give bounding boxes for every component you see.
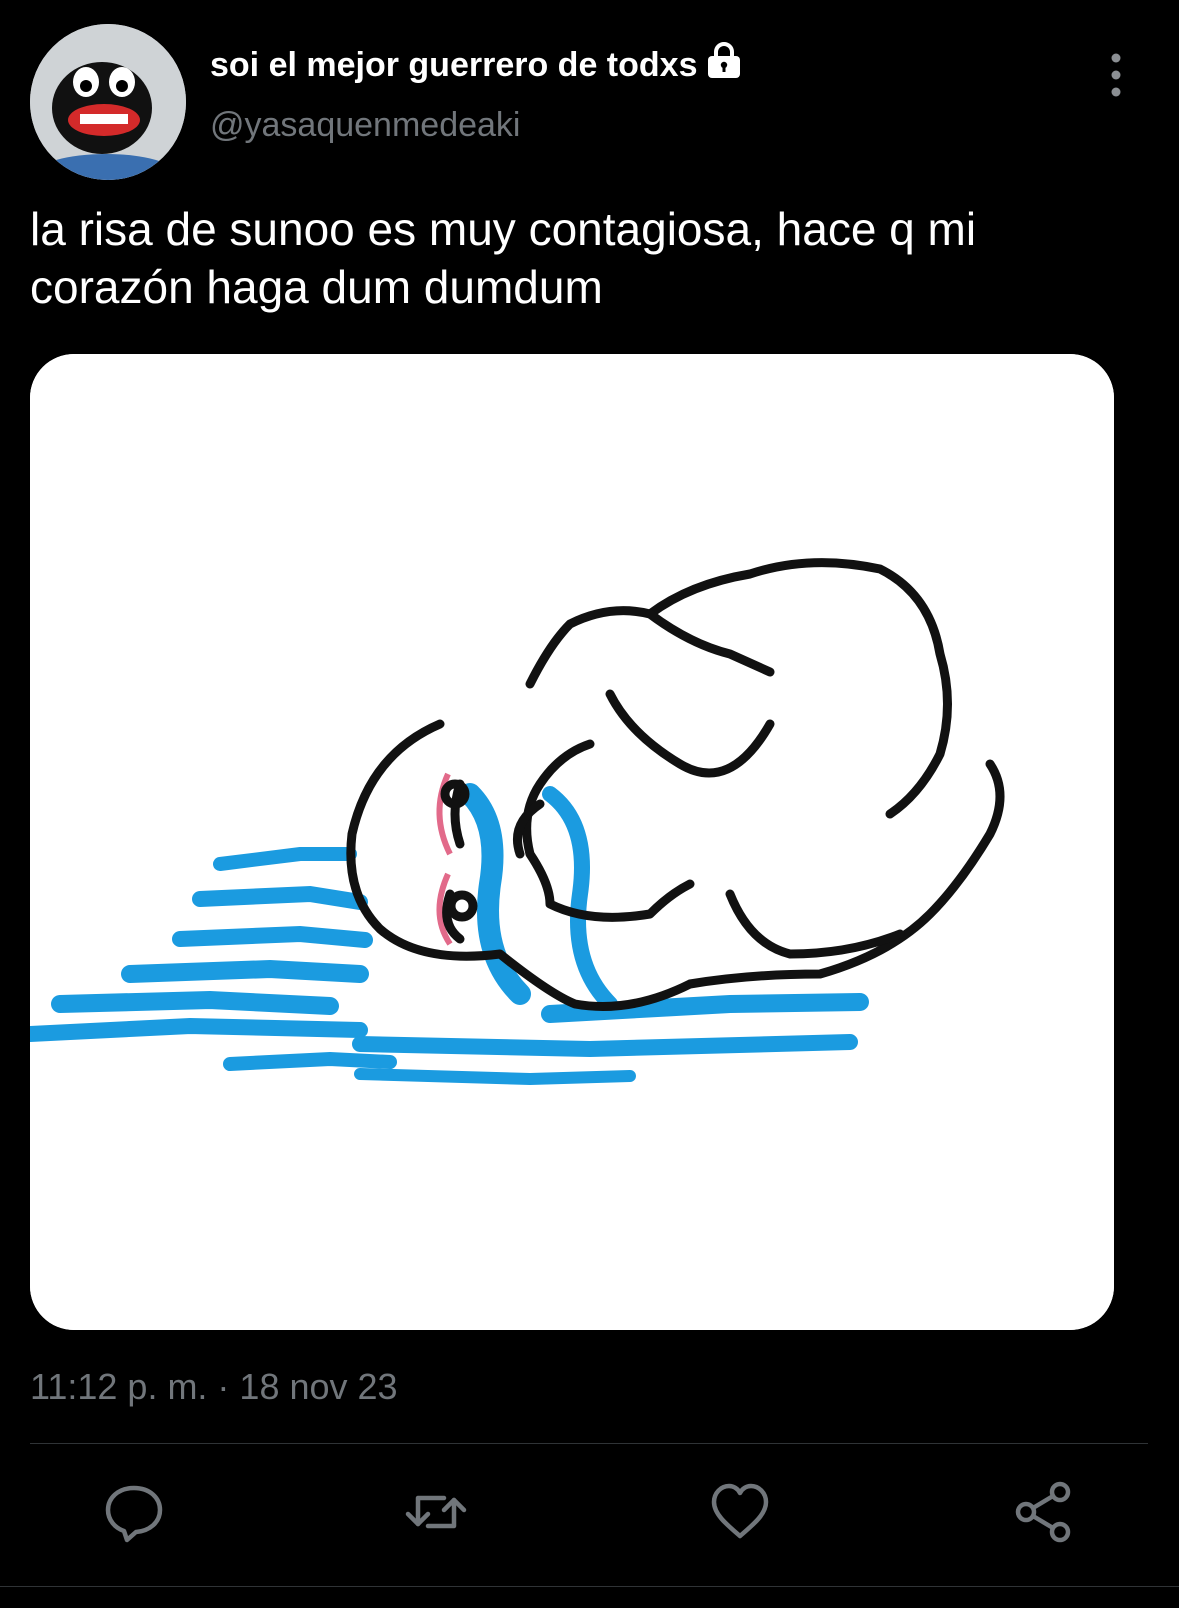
share-button[interactable] [1012,1480,1076,1544]
avatar-image [30,24,186,180]
reply-button[interactable] [102,1480,166,1544]
more-vertical-icon [1111,53,1121,97]
display-name[interactable]: soi el mejor guerrero de todxs [210,40,743,85]
display-name-text: soi el mejor guerrero de todxs [210,46,698,84]
divider [30,1443,1148,1444]
retweet-icon [405,1495,467,1529]
reply-icon [105,1485,163,1543]
tweet-media[interactable] [30,354,1114,1330]
crying-wojak-drawing [30,354,1114,1330]
heart-icon [711,1483,769,1539]
avatar[interactable] [30,24,186,180]
bottom-divider [0,1586,1179,1587]
like-button[interactable] [708,1480,772,1544]
share-icon [1015,1481,1071,1543]
handle[interactable]: @yasaquenmedeaki [210,106,520,145]
more-options-button[interactable] [1096,50,1136,100]
lock-icon [705,40,743,80]
tweet-timestamp[interactable]: 11:12 p. m. · 18 nov 23 [30,1366,398,1408]
retweet-button[interactable] [404,1480,468,1544]
tweet-text: la risa de sunoo es muy contagiosa, hace… [30,203,977,313]
